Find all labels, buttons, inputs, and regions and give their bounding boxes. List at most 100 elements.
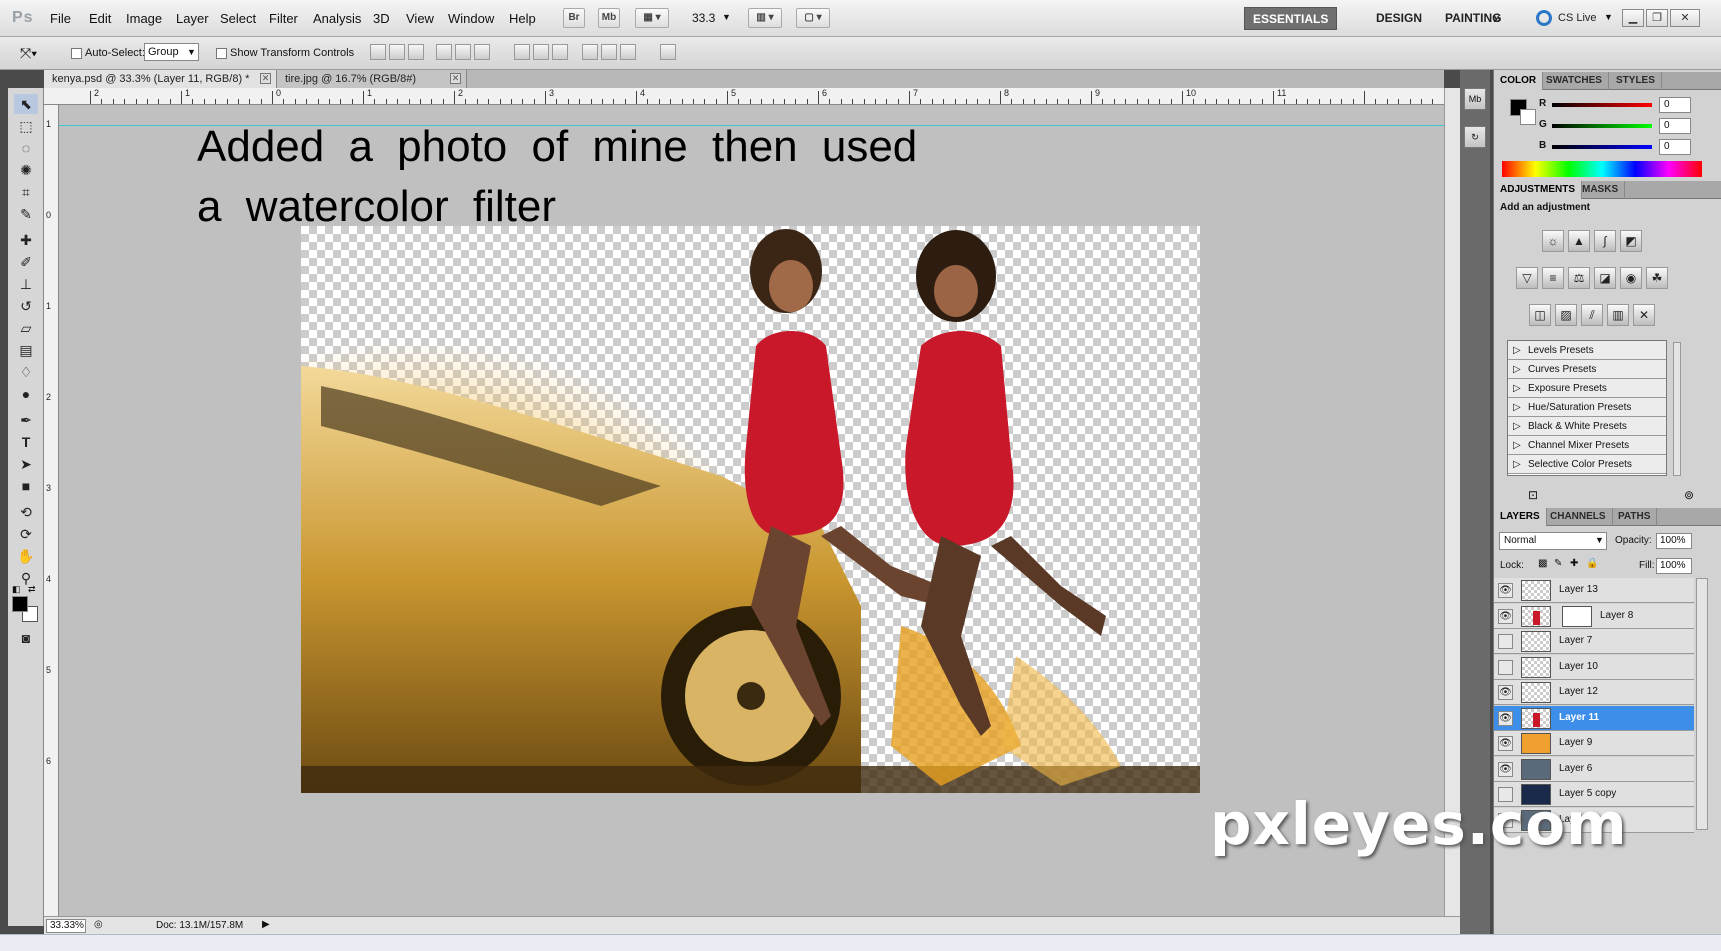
history-brush-tool-icon[interactable]: ↺ (14, 296, 38, 316)
blend-mode-dropdown[interactable]: Normal (1499, 532, 1607, 550)
menu-view[interactable]: View (406, 11, 434, 26)
color-balance-icon[interactable]: ⚖ (1568, 267, 1590, 289)
tab-adjustments[interactable]: ADJUSTMENTS (1494, 181, 1583, 199)
zoom-chevron-down-icon[interactable]: ▼ (722, 12, 731, 22)
align-top-icon[interactable] (370, 44, 386, 60)
tab-kenya-psd[interactable]: kenya.psd @ 33.3% (Layer 11, RGB/8) * ✕ (44, 70, 277, 88)
more-workspaces-icon[interactable]: » (1485, 7, 1509, 30)
document-canvas[interactable] (301, 226, 1200, 793)
lock-position-icon[interactable]: ✚ (1570, 558, 1578, 569)
type-tool-icon[interactable]: T (14, 432, 38, 452)
workspace-design[interactable]: DESIGN (1368, 7, 1430, 30)
curves-icon[interactable]: ∫ (1594, 230, 1616, 252)
menu-image[interactable]: Image (126, 11, 162, 26)
align-left-icon[interactable] (436, 44, 452, 60)
layer-visibility-eye-icon[interactable]: 👁 (1498, 685, 1513, 700)
presets-scrollbar[interactable] (1673, 342, 1681, 476)
selective-color-icon[interactable]: ✕ (1633, 304, 1655, 326)
channel-b-slider[interactable] (1552, 145, 1652, 149)
channel-mixer-icon[interactable]: ☘ (1646, 267, 1668, 289)
dodge-tool-icon[interactable]: ● (14, 384, 38, 404)
layer-row[interactable]: 👁 Layer 6 (1494, 756, 1694, 782)
align-right-icon[interactable] (474, 44, 490, 60)
tab-paths[interactable]: PATHS (1612, 508, 1658, 526)
extras-dropdown[interactable]: ▦ ▾ (635, 8, 669, 28)
menu-layer[interactable]: Layer (176, 11, 209, 26)
mini-bridge-button[interactable]: Mb (598, 8, 620, 28)
channel-b-value[interactable]: 0 (1659, 139, 1691, 155)
quick-selection-tool-icon[interactable]: ✺ (14, 160, 38, 180)
tab-layers[interactable]: LAYERS (1494, 508, 1547, 526)
menu-3d[interactable]: 3D (373, 11, 390, 26)
layer-visibility-eye-icon[interactable]: 👁 (1498, 608, 1513, 624)
adjustment-mask-icon[interactable]: ⊡ (1528, 488, 1538, 502)
photo-filter-icon[interactable]: ◉ (1620, 267, 1642, 289)
close-tab-icon[interactable]: ✕ (260, 73, 271, 84)
layer-visibility-eye-icon[interactable]: 👁 (1498, 761, 1513, 777)
threshold-icon[interactable]: ⫽ (1581, 304, 1603, 326)
layer-mask-thumbnail[interactable] (1562, 605, 1592, 627)
layer-row[interactable]: 👁 Layer 12 (1494, 680, 1694, 705)
layers-scrollbar[interactable] (1696, 578, 1708, 830)
zoom-level[interactable]: 33.3 (692, 11, 715, 25)
layer-visibility-eye-icon[interactable]: 👁 (1498, 710, 1513, 726)
lock-pixels-icon[interactable]: ✎ (1554, 558, 1562, 569)
default-colors-icon[interactable]: ◧ (12, 584, 24, 596)
list-item[interactable]: Black & White Presets (1508, 417, 1666, 436)
pen-tool-icon[interactable]: ✒ (14, 410, 38, 430)
swap-colors-icon[interactable]: ⇄ (28, 584, 40, 596)
list-item[interactable]: Exposure Presets (1508, 379, 1666, 398)
black-white-icon[interactable]: ◪ (1594, 267, 1616, 289)
status-menu-arrow-icon[interactable]: ▶ (262, 919, 270, 930)
hue-saturation-icon[interactable]: ≡ (1542, 267, 1564, 289)
crop-tool-icon[interactable]: ⌗ (14, 182, 38, 202)
menu-edit[interactable]: Edit (89, 11, 111, 26)
auto-align-icon[interactable] (660, 44, 676, 60)
menu-select[interactable]: Select (220, 11, 256, 26)
adjustment-clip-icon[interactable]: ⊚ (1684, 488, 1694, 502)
zoom-field[interactable]: 33.33% (46, 919, 86, 933)
workspace-essentials[interactable]: ESSENTIALS (1244, 7, 1338, 30)
invert-icon[interactable]: ◫ (1529, 304, 1551, 326)
background-color-swatch[interactable] (1520, 109, 1536, 125)
menu-analysis[interactable]: Analysis (313, 11, 361, 26)
distribute-top-icon[interactable] (514, 44, 530, 60)
align-vcenter-icon[interactable] (389, 44, 405, 60)
channel-r-value[interactable]: 0 (1659, 97, 1691, 113)
list-item[interactable]: Channel Mixer Presets (1508, 436, 1666, 455)
opacity-field[interactable]: 100% (1656, 533, 1692, 549)
eyedropper-tool-icon[interactable]: ✎ (14, 204, 38, 224)
show-transform-checkbox[interactable] (216, 48, 227, 59)
tab-styles[interactable]: STYLES (1610, 72, 1662, 90)
layer-row[interactable]: Layer 7 (1494, 629, 1694, 654)
hand-tool-icon[interactable]: ✋ (14, 546, 38, 566)
fill-field[interactable]: 100% (1656, 558, 1692, 574)
auto-select-checkbox[interactable] (71, 48, 82, 59)
list-item[interactable]: Curves Presets (1508, 360, 1666, 379)
exposure-icon[interactable]: ◩ (1620, 230, 1642, 252)
bridge-button[interactable]: Br (563, 8, 585, 28)
color-spectrum-bar[interactable] (1502, 161, 1702, 177)
layer-row[interactable]: 👁 Layer 8 (1494, 603, 1694, 629)
menu-filter[interactable]: Filter (269, 11, 298, 26)
distribute-vcenter-icon[interactable] (533, 44, 549, 60)
path-selection-tool-icon[interactable]: ➤ (14, 454, 38, 474)
lock-all-icon[interactable]: 🔒 (1586, 558, 1598, 569)
menu-file[interactable]: File (50, 11, 71, 26)
close-button[interactable]: ✕ (1670, 9, 1700, 27)
3d-rotate-tool-icon[interactable]: ⟲ (14, 502, 38, 522)
gradient-tool-icon[interactable]: ▤ (14, 340, 38, 360)
tab-masks[interactable]: MASKS (1576, 181, 1626, 199)
distribute-right-icon[interactable] (620, 44, 636, 60)
screen-mode-button[interactable]: ▢ ▾ (796, 8, 830, 28)
history-panel-icon[interactable]: ↻ (1464, 126, 1486, 148)
posterize-icon[interactable]: ▨ (1555, 304, 1577, 326)
layer-row[interactable]: Layer 10 (1494, 654, 1694, 680)
menu-help[interactable]: Help (509, 11, 536, 26)
levels-icon[interactable]: ▲ (1568, 230, 1590, 252)
rectangle-tool-icon[interactable]: ■ (14, 476, 38, 496)
tab-tire-jpg[interactable]: tire.jpg @ 16.7% (RGB/8#) ✕ (277, 70, 467, 88)
mini-bridge-panel-icon[interactable]: Mb (1464, 88, 1486, 110)
layer-visibility-eye-icon[interactable]: 👁 (1498, 583, 1513, 598)
tab-color[interactable]: COLOR (1494, 72, 1544, 90)
